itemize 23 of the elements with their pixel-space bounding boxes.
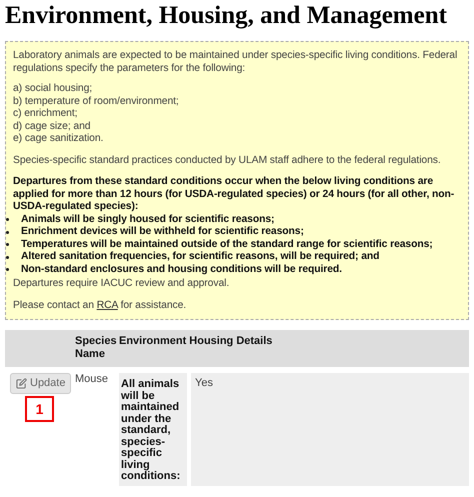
detail-value: Yes — [191, 373, 469, 486]
criteria-item: a) social housing; — [13, 83, 94, 96]
page-title: Environment, Housing, and Management — [4, 1, 448, 31]
table-cell: Mouse — [75, 367, 119, 486]
contact-text: Please contact an RCA for assistance. — [13, 300, 188, 312]
departure-condition: Non-standard enclosures and housing conditions will be required. — [21, 264, 342, 276]
departure-condition: Enrichment devices will be withheld for scientific reasons; — [21, 226, 304, 238]
column-header: Species Name — [75, 335, 117, 360]
rca-link[interactable]: RCA — [96, 300, 118, 310]
departure-condition: Altered sanitation frequencies, for scientific reasons, will be required; and — [21, 251, 380, 264]
practice-text: Species-specific standard practices conducted by ULAM staff adhere to the federal regulations. — [13, 154, 442, 167]
intro-text: Laboratory animals are expected to be maintained under species-specific living conditions. Federal regulations specify the parameters for the following: — [13, 50, 458, 75]
criteria-item: b) temperature of room/environment; — [13, 96, 180, 108]
departure-condition: Animals will be singly housed for scientific reasons; — [21, 214, 274, 226]
callout-badge: 1 — [25, 396, 54, 422]
column-header: Environment Housing Details — [119, 335, 272, 347]
departure-condition: Temperatures will be maintained outside of the standard range for scientific reasons; — [21, 238, 433, 251]
criteria-item: d) cage size; and — [13, 120, 92, 133]
update-button[interactable]: Update — [10, 373, 72, 394]
approval-note: Departures require IACUC review and approval. — [13, 278, 230, 290]
criteria-item: e) cage sanitization. — [13, 133, 104, 146]
criteria-item: c) enrichment; — [13, 108, 78, 120]
departures-heading: Departures from these standard conditions occur when the below living conditions are applied for more than 12 hours (for USDA-regulated species) or 24 hours (for all other, non-USDA-regulated species): — [13, 176, 456, 214]
